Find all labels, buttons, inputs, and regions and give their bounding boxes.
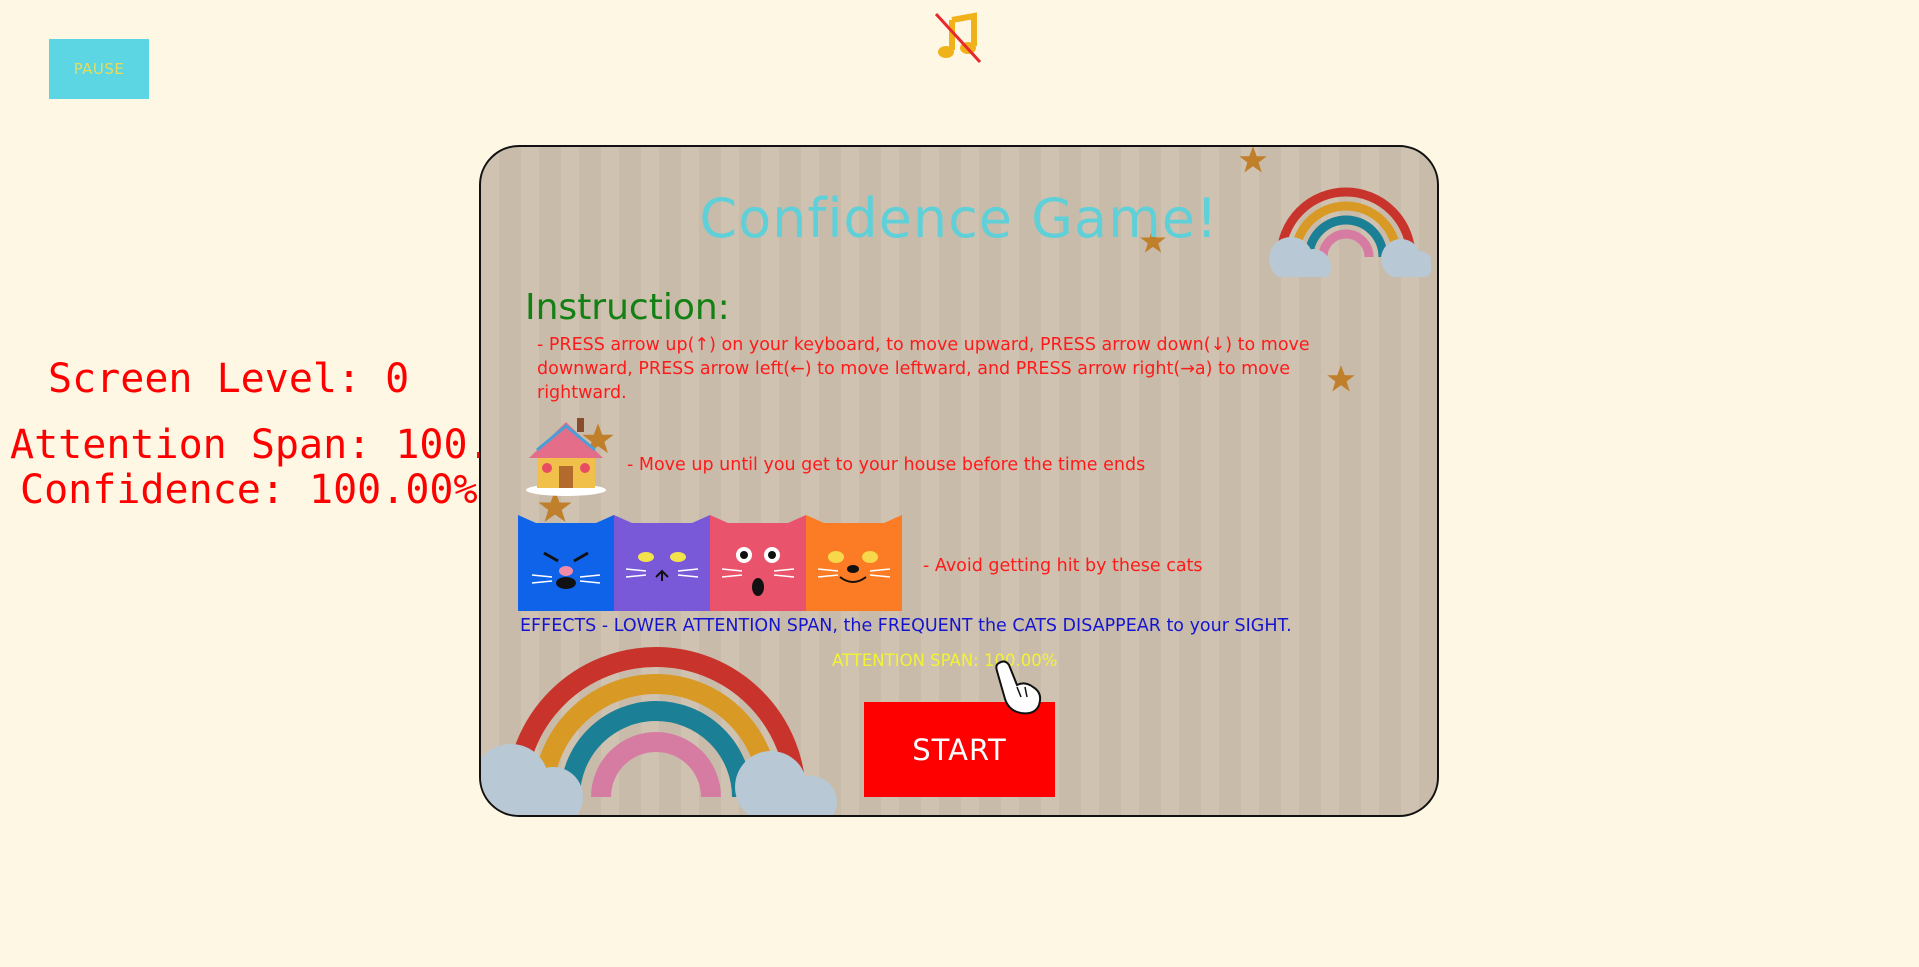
pause-button[interactable]: PAUSE [49, 39, 149, 99]
game-title: Confidence Game! [699, 187, 1219, 250]
house-icon [526, 418, 606, 496]
screen-level-text: Screen Level: 0 [48, 356, 410, 402]
purple-cat-icon [614, 515, 710, 611]
instruction-panel: Confidence Game! Instruction: - PRESS ar… [479, 145, 1439, 817]
instruction-heading: Instruction: [525, 287, 730, 328]
star-icon [1239, 147, 1267, 173]
attention-span-text: Attention Span: 100. [10, 422, 492, 468]
music-muted-icon[interactable] [930, 10, 986, 66]
cats-warning-text: - Avoid getting hit by these cats [923, 556, 1203, 576]
orange-cat-icon [806, 515, 902, 611]
pointer-hand-icon [995, 660, 1042, 715]
confidence-text: Confidence: 100.00% [20, 467, 478, 513]
blue-cat-icon [518, 515, 614, 611]
pink-cat-icon [710, 515, 806, 611]
effects-text: EFFECTS - LOWER ATTENTION SPAN, the FREQ… [520, 616, 1292, 636]
instruction-text: - PRESS arrow up(↑) on your keyboard, to… [537, 335, 1310, 403]
house-goal-text: - Move up until you get to your house be… [627, 455, 1146, 475]
